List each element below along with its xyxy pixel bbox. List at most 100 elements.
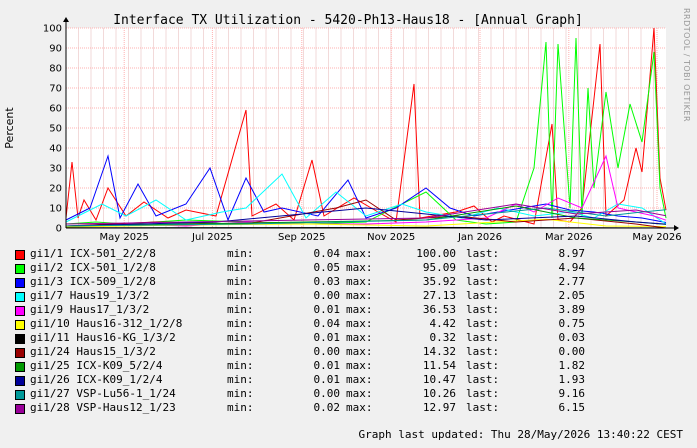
legend-swatch	[15, 320, 25, 330]
legend-row: gi1/25 ICX-K09_5/2/4 min: 0.01 max: 11.54 las…	[15, 359, 685, 373]
legend-min-value: 0.01	[313, 331, 341, 344]
legend-min-label: min:	[227, 247, 254, 260]
legend-last-value: 9.16	[558, 387, 586, 400]
legend-swatch	[15, 376, 25, 386]
y-tick-label: 30	[49, 164, 62, 175]
legend-last-label: last:	[466, 261, 500, 274]
legend-swatch	[15, 292, 25, 302]
legend-min-value: 0.00	[313, 289, 341, 302]
legend-min-label: min:	[227, 261, 254, 274]
y-tick-label: 10	[49, 204, 62, 215]
legend-swatch	[15, 250, 25, 260]
y-axis-label: Percent	[3, 107, 16, 149]
legend-row: gi1/27 VSP-Lu56-1_1/24 min: 0.00 max: 10.26 l…	[15, 387, 685, 401]
legend-max-value: 10.26	[422, 387, 456, 400]
legend-swatch	[15, 390, 25, 400]
x-tick-label: May 2025	[100, 232, 149, 243]
legend-last-label: last:	[466, 247, 500, 260]
legend-max-value: 95.09	[422, 261, 456, 274]
y-tick-label: 40	[49, 144, 62, 155]
legend-swatch	[15, 278, 25, 288]
y-axis-arrow	[63, 17, 69, 22]
legend-min-value: 0.01	[313, 373, 341, 386]
legend-last-label: last:	[466, 317, 500, 330]
legend-last-label: last:	[466, 345, 500, 358]
legend-min-value: 0.01	[313, 359, 341, 372]
legend-min-value: 0.05	[313, 261, 341, 274]
legend-series-name: gi1/7 Haus19_1/3/2	[30, 289, 150, 302]
legend-series-name: gi1/28 VSP-Haus12_1/23	[30, 401, 176, 414]
legend-max-label: max:	[346, 345, 373, 358]
legend-swatch	[15, 348, 25, 358]
y-tick-label: 100	[43, 24, 62, 35]
legend-min-value: 0.00	[313, 387, 341, 400]
rrdtool-watermark: RRDTOOL / TOBI OETIKER	[682, 8, 691, 122]
legend-series-name: gi1/11 Haus16-KG_1/3/2	[30, 331, 176, 344]
y-tick-label: 20	[49, 184, 62, 195]
legend-row: gi1/9 Haus17_1/3/2 min: 0.01 max: 36.53 last:…	[15, 303, 685, 317]
legend-last-value: 0.00	[558, 345, 586, 358]
legend-max-value: 27.13	[422, 289, 456, 302]
legend-min-label: min:	[227, 345, 254, 358]
legend-min-value: 0.04	[313, 247, 341, 260]
x-axis-arrow	[674, 225, 679, 231]
legend-last-value: 1.93	[558, 373, 586, 386]
legend-series-name: gi1/9 Haus17_1/3/2	[30, 303, 150, 316]
legend-last-value: 0.03	[558, 331, 586, 344]
x-tick-label: Sep 2025	[278, 232, 325, 243]
legend-row: gi1/10 Haus16-312_1/2/8 min: 0.04 max: 4.42 l…	[15, 317, 685, 331]
legend-series-name: gi1/1 ICX-501_2/2/8	[30, 247, 156, 260]
legend-row: gi1/24 Haus15_1/3/2 min: 0.00 max: 14.32 last…	[15, 345, 685, 359]
legend-series-name: gi1/26 ICX-K09_1/2/4	[30, 373, 163, 386]
legend-max-label: max:	[346, 401, 373, 414]
legend-last-value: 2.77	[558, 275, 586, 288]
legend-max-label: max:	[346, 275, 373, 288]
x-tick-label: Mar 2026	[545, 232, 593, 243]
legend-min-label: min:	[227, 359, 254, 372]
legend-max-value: 4.42	[429, 317, 457, 330]
legend-max-label: max:	[346, 373, 373, 386]
legend-series-name: gi1/24 Haus15_1/3/2	[30, 345, 156, 358]
legend-last-value: 0.75	[558, 317, 586, 330]
legend-row: gi1/7 Haus19_1/3/2 min: 0.00 max: 27.13 last:…	[15, 289, 685, 303]
legend-min-label: min:	[227, 289, 254, 302]
y-tick-label: 80	[49, 64, 62, 75]
legend-last-value: 3.89	[558, 303, 586, 316]
legend-min-label: min:	[227, 387, 254, 400]
legend-min-value: 0.01	[313, 303, 341, 316]
legend: gi1/1 ICX-501_2/2/8 min: 0.04 max: 100.00 las…	[15, 247, 685, 415]
legend-series-name: gi1/25 ICX-K09_5/2/4	[30, 359, 163, 372]
legend-last-label: last:	[466, 289, 500, 302]
legend-min-label: min:	[227, 317, 254, 330]
legend-last-label: last:	[466, 373, 500, 386]
legend-last-label: last:	[466, 401, 500, 414]
y-tick-label: 50	[49, 124, 62, 135]
legend-max-label: max:	[346, 247, 373, 260]
legend-row: gi1/11 Haus16-KG_1/3/2 min: 0.01 max: 0.32 la…	[15, 331, 685, 345]
legend-swatch	[15, 362, 25, 372]
legend-last-value: 2.05	[558, 289, 586, 302]
last-updated: Graph last updated: Thu 28/May/2026 13:4…	[358, 428, 683, 441]
y-tick-label: 0	[56, 224, 62, 235]
x-tick-label: Jul 2025	[191, 232, 233, 243]
legend-series-name: gi1/27 VSP-Lu56-1_1/24	[30, 387, 176, 400]
legend-max-label: max:	[346, 261, 373, 274]
rrd-graph: Interface TX Utilization - 5420-Ph13-Hau…	[0, 0, 697, 448]
legend-row: gi1/26 ICX-K09_1/2/4 min: 0.01 max: 10.47 las…	[15, 373, 685, 387]
legend-max-label: max:	[346, 359, 373, 372]
legend-min-label: min:	[227, 373, 254, 386]
legend-last-value: 1.82	[558, 359, 586, 372]
legend-max-label: max:	[346, 303, 373, 316]
legend-max-value: 11.54	[422, 359, 456, 372]
legend-swatch	[15, 264, 25, 274]
legend-max-label: max:	[346, 331, 373, 344]
legend-min-value: 0.04	[313, 317, 341, 330]
x-tick-label: Nov 2025	[367, 232, 415, 243]
legend-swatch	[15, 404, 25, 414]
legend-series-name: gi1/2 ICX-501_1/2/8	[30, 261, 156, 274]
legend-max-value: 35.92	[422, 275, 456, 288]
legend-max-value: 0.32	[429, 331, 457, 344]
x-tick-label: May 2026	[632, 232, 681, 243]
legend-max-value: 36.53	[422, 303, 456, 316]
legend-last-label: last:	[466, 275, 500, 288]
